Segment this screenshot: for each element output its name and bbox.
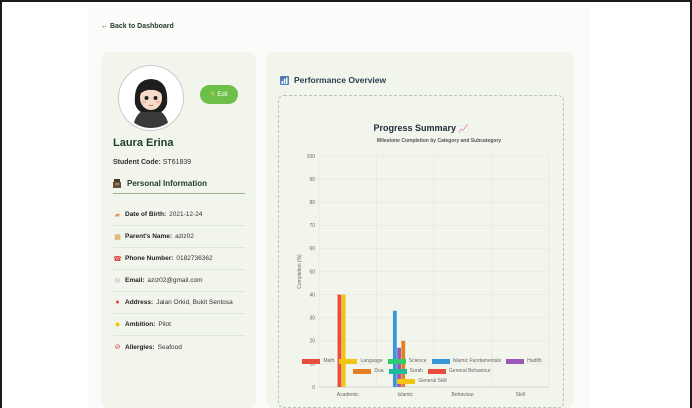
performance-title: Performance Overview (294, 75, 387, 85)
info-value: aziz02 (175, 233, 194, 240)
info-value: 0182736362 (176, 255, 213, 262)
legend-item[interactable]: Math (302, 358, 334, 364)
performance-heading: Performance Overview (280, 75, 386, 85)
legend-item[interactable]: Surah (388, 368, 423, 374)
y-tick-label: 20 (309, 339, 315, 345)
star-icon: ✸ (114, 321, 121, 329)
performance-card: Performance Overview Progress Summary 📈 … (266, 52, 574, 408)
student-name: Laura Erina (113, 137, 174, 149)
avatar (119, 66, 183, 130)
legend-label: Islamic Fundamentals (452, 358, 502, 364)
legend-swatch (431, 358, 450, 364)
personal-info-title: Personal Information (127, 179, 208, 188)
legend-label: Science (408, 358, 427, 364)
legend-item[interactable]: Hadith (506, 358, 542, 364)
legend-item[interactable]: General Behaviour (427, 368, 491, 374)
pin-icon: ● (115, 299, 120, 306)
no-entry-icon: ⊘ (114, 344, 121, 351)
y-tick-label: 40 (309, 292, 315, 298)
edit-button[interactable]: ✎ Edit (200, 85, 238, 104)
legend-swatch (387, 358, 406, 364)
id-card-icon (113, 179, 121, 188)
info-value: Pilot (158, 321, 171, 328)
back-to-dashboard-link[interactable]: ← Back to Dashboard (101, 23, 174, 30)
info-label: Allergies: (125, 343, 155, 351)
info-label: Parent's Name: (125, 233, 173, 240)
legend-item[interactable]: General Skill (297, 378, 547, 384)
legend-item[interactable]: Science (387, 358, 427, 364)
legend-label: Language (360, 358, 383, 364)
y-tick-label: 50 (309, 269, 315, 275)
info-row-allergies: ⊘ Allergies: Seafood (113, 336, 245, 358)
y-tick-label: 80 (309, 200, 315, 206)
info-row-address: ● Address: Jalan Orkid, Bukit Sentosa (113, 292, 245, 314)
legend-item[interactable]: Language (339, 358, 383, 364)
chart-legend: Math Language Science Islamic Fundamentals H… (297, 358, 547, 384)
info-value: 2021-12-24 (169, 211, 203, 218)
cake-icon: ▰ (114, 211, 121, 219)
info-row-email: ✉ Email: aziz02@gmail.com (113, 270, 245, 292)
legend-item[interactable]: Islamic Fundamentals (431, 358, 502, 364)
legend-label: Surah (409, 368, 423, 374)
personal-info-list: ▰ Date of Birth: 2021-12-24 ▦ Parent's N… (113, 204, 245, 358)
bar-chart-icon (280, 75, 289, 85)
chart-container: Progress Summary 📈 Milestone Completion … (278, 95, 564, 408)
chart-subtitle: Milestone Completion by Category and Sub… (377, 138, 501, 144)
y-tick-label: 0 (312, 385, 315, 391)
info-row-parent: ▦ Parent's Name: aziz02 (113, 226, 245, 248)
legend-swatch (339, 358, 358, 364)
phone-icon: ☎ (113, 255, 122, 263)
legend-label: Hadith (527, 358, 542, 364)
info-label: Ambition: (125, 321, 156, 328)
info-label: Date of Birth: (125, 211, 167, 218)
y-tick-label: 90 (309, 177, 315, 183)
legend-swatch (397, 378, 416, 384)
info-label: Email: (125, 277, 145, 284)
y-tick-label: 30 (309, 316, 315, 322)
edit-button-label: Edit (217, 91, 228, 98)
info-value: Jalan Orkid, Bukit Sentosa (156, 299, 233, 306)
y-tick-label: 100 (307, 154, 316, 160)
legend-swatch (427, 368, 446, 374)
y-tick-label: 60 (309, 246, 315, 252)
legend-label: General Behaviour (448, 368, 491, 374)
info-row-dob: ▰ Date of Birth: 2021-12-24 (113, 204, 245, 226)
info-row-phone: ☎ Phone Number: 0182736362 (113, 248, 245, 270)
legend-swatch (388, 368, 407, 374)
info-row-ambition: ✸ Ambition: Pilot (113, 314, 245, 336)
info-label: Address: (125, 299, 154, 306)
profile-card: ✎ Edit Laura Erina Student Code: ST61839… (101, 52, 256, 408)
student-code-value: ST61839 (162, 159, 192, 166)
legend-swatch (506, 358, 525, 364)
envelope-icon: ✉ (114, 277, 121, 285)
x-tick-label: Islamic (397, 392, 413, 398)
student-code: Student Code: ST61839 (113, 159, 191, 166)
x-tick-label: Academic (337, 392, 359, 398)
avatar-image (121, 68, 181, 128)
y-tick-label: 70 (309, 223, 315, 229)
legend-swatch (353, 368, 372, 374)
legend-swatch (302, 358, 321, 364)
x-tick-label: Behaviour (451, 392, 474, 398)
legend-item[interactable]: Dua (353, 368, 384, 374)
info-value: Seafood (157, 343, 182, 351)
pencil-icon: ✎ (210, 92, 216, 98)
student-code-label: Student Code: (113, 159, 161, 166)
x-tick-label: Skill (516, 392, 525, 398)
legend-label: Dua (374, 368, 384, 374)
info-label: Phone Number: (125, 255, 174, 262)
legend-label: General Skill (418, 378, 447, 384)
family-icon: ▦ (114, 233, 121, 241)
info-value: aziz02@gmail.com (147, 277, 203, 284)
legend-label: Math (323, 358, 335, 364)
personal-info-heading: Personal Information (113, 179, 245, 194)
y-axis-label: Completion (%) (297, 254, 303, 289)
